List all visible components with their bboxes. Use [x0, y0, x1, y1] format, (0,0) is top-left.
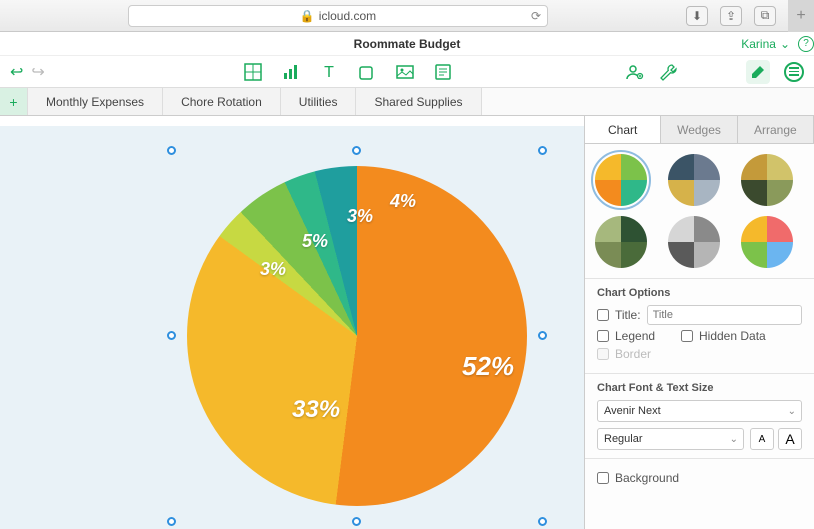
- redo-button: ↪: [31, 62, 44, 82]
- chart-style-swatch[interactable]: [741, 154, 793, 206]
- canvas[interactable]: 52% 33% 3% 5% 3% 4%: [0, 116, 584, 529]
- font-heading: Chart Font & Text Size: [597, 382, 802, 394]
- add-sheet-button[interactable]: +: [0, 88, 28, 115]
- help-icon[interactable]: ?: [798, 36, 814, 52]
- chart-style-swatch[interactable]: [595, 154, 647, 206]
- pie-slice-label: 52%: [462, 351, 514, 382]
- media-tool[interactable]: [395, 62, 415, 82]
- resize-handle[interactable]: [167, 146, 176, 155]
- font-weight-select[interactable]: Regular: [597, 428, 744, 450]
- chart-styles: [585, 144, 814, 278]
- tools-button[interactable]: [658, 62, 678, 82]
- pie-slice-label: 3%: [347, 206, 373, 227]
- title-checkbox[interactable]: [597, 309, 609, 321]
- url-field[interactable]: 🔒 icloud.com ⟳: [128, 5, 548, 27]
- sheet-tab[interactable]: Shared Supplies: [356, 88, 481, 115]
- reload-icon[interactable]: ⟳: [531, 9, 541, 23]
- border-checkbox: [597, 348, 609, 360]
- comment-tool[interactable]: [433, 62, 453, 82]
- organize-inspector-button[interactable]: [784, 62, 804, 82]
- resize-handle[interactable]: [167, 331, 176, 340]
- document-title: Roommate Budget: [354, 37, 461, 51]
- legend-checkbox[interactable]: [597, 330, 609, 342]
- collaborate-button[interactable]: [624, 62, 644, 82]
- undo-button[interactable]: ↩: [10, 62, 23, 82]
- text-tool[interactable]: T: [319, 62, 339, 82]
- title-bar: Roommate Budget Karina ⌄ ?: [0, 32, 814, 56]
- tabs-icon[interactable]: ⧉: [754, 6, 776, 26]
- browser-toolbar: 🔒 icloud.com ⟳ ⬇ ⇪ ⧉ +: [0, 0, 814, 32]
- sheet-tab[interactable]: Chore Rotation: [163, 88, 281, 115]
- new-tab-button[interactable]: +: [788, 0, 814, 32]
- pie-slice-label: 5%: [302, 231, 328, 252]
- pie-slice-label: 33%: [292, 396, 340, 424]
- inspector-tab-wedges[interactable]: Wedges: [661, 116, 737, 143]
- chart-style-swatch[interactable]: [668, 154, 720, 206]
- sheet-tabs: + Monthly Expenses Chore Rotation Utilit…: [0, 88, 814, 116]
- download-icon[interactable]: ⬇: [686, 6, 708, 26]
- format-inspector: Chart Wedges Arrange Chart Options Title…: [584, 116, 814, 529]
- chart-style-swatch[interactable]: [595, 216, 647, 268]
- pie-slice-label: 3%: [260, 259, 286, 280]
- url-text: icloud.com: [319, 9, 376, 23]
- resize-handle[interactable]: [538, 331, 547, 340]
- resize-handle[interactable]: [352, 517, 361, 526]
- chart-tool[interactable]: [281, 62, 301, 82]
- user-menu[interactable]: Karina ⌄: [741, 37, 798, 51]
- chart-style-swatch[interactable]: [741, 216, 793, 268]
- sheet-tab[interactable]: Monthly Expenses: [28, 88, 163, 115]
- inspector-tab-arrange[interactable]: Arrange: [738, 116, 814, 143]
- resize-handle[interactable]: [352, 146, 361, 155]
- format-inspector-button[interactable]: [746, 60, 770, 84]
- resize-handle[interactable]: [538, 146, 547, 155]
- chevron-down-icon: ⌄: [780, 37, 790, 51]
- font-smaller-button[interactable]: A: [750, 428, 774, 450]
- sheet-tab[interactable]: Utilities: [281, 88, 357, 115]
- chart-style-swatch[interactable]: [668, 216, 720, 268]
- shape-tool[interactable]: [357, 62, 377, 82]
- resize-handle[interactable]: [167, 517, 176, 526]
- main-toolbar: ↩ ↪ T: [0, 56, 814, 88]
- resize-handle[interactable]: [538, 517, 547, 526]
- font-family-select[interactable]: Avenir Next: [597, 400, 802, 422]
- title-input[interactable]: [647, 305, 802, 325]
- chart-options-heading: Chart Options: [597, 287, 802, 299]
- pie-slice-label: 4%: [390, 191, 416, 212]
- table-tool[interactable]: [243, 62, 263, 82]
- share-icon[interactable]: ⇪: [720, 6, 742, 26]
- chart-selection[interactable]: 52% 33% 3% 5% 3% 4%: [172, 151, 542, 521]
- inspector-tab-chart[interactable]: Chart: [585, 116, 661, 143]
- svg-text:T: T: [324, 64, 334, 81]
- hidden-data-checkbox[interactable]: [681, 330, 693, 342]
- background-checkbox[interactable]: [597, 472, 609, 484]
- font-larger-button[interactable]: A: [778, 428, 802, 450]
